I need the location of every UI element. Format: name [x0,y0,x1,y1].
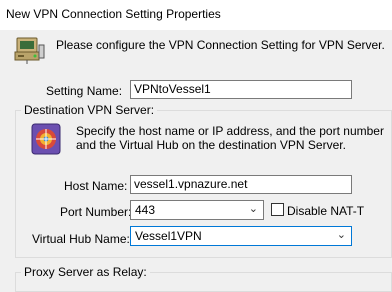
virtual-hub-value: Vessel1VPN [135,229,202,243]
setting-name-value: VPNtoVessel1 [134,82,211,96]
setting-name-field[interactable]: VPNtoVessel1 [130,80,352,99]
virtual-hub-label: Virtual Hub Name: [32,232,130,246]
host-name-value: vessel1.vpnazure.net [134,177,248,191]
destination-group-title: Destination VPN Server: [21,103,158,117]
destination-description-line2: and the Virtual Hub on the destination V… [76,138,346,152]
chevron-down-icon[interactable]: ⌄ [249,202,258,215]
virtual-hub-combo[interactable]: Vessel1VPN ⌄ [130,226,352,246]
server-globe-icon [30,122,62,156]
port-number-label: Port Number: [60,205,132,219]
network-computer-icon [12,33,46,67]
destination-description-line1: Specify the host name or IP address, and… [76,124,384,138]
port-number-value: 443 [135,203,156,217]
setting-name-label: Setting Name: [46,84,123,98]
proxy-group-title: Proxy Server as Relay: [21,265,150,279]
proxy-group: Proxy Server as Relay: [15,265,392,292]
host-name-field[interactable]: vessel1.vpnazure.net [130,175,352,194]
host-name-label: Host Name: [64,179,128,193]
chevron-down-icon[interactable]: ⌄ [337,228,346,241]
window-title: New VPN Connection Setting Properties [6,7,221,21]
header-message: Please configure the VPN Connection Sett… [56,38,385,52]
disable-nat-label[interactable]: Disable NAT-T [287,204,364,218]
window-titlebar: New VPN Connection Setting Properties [0,0,392,30]
disable-nat-checkbox[interactable] [271,203,284,216]
port-number-combo[interactable]: 443 ⌄ [130,200,264,220]
